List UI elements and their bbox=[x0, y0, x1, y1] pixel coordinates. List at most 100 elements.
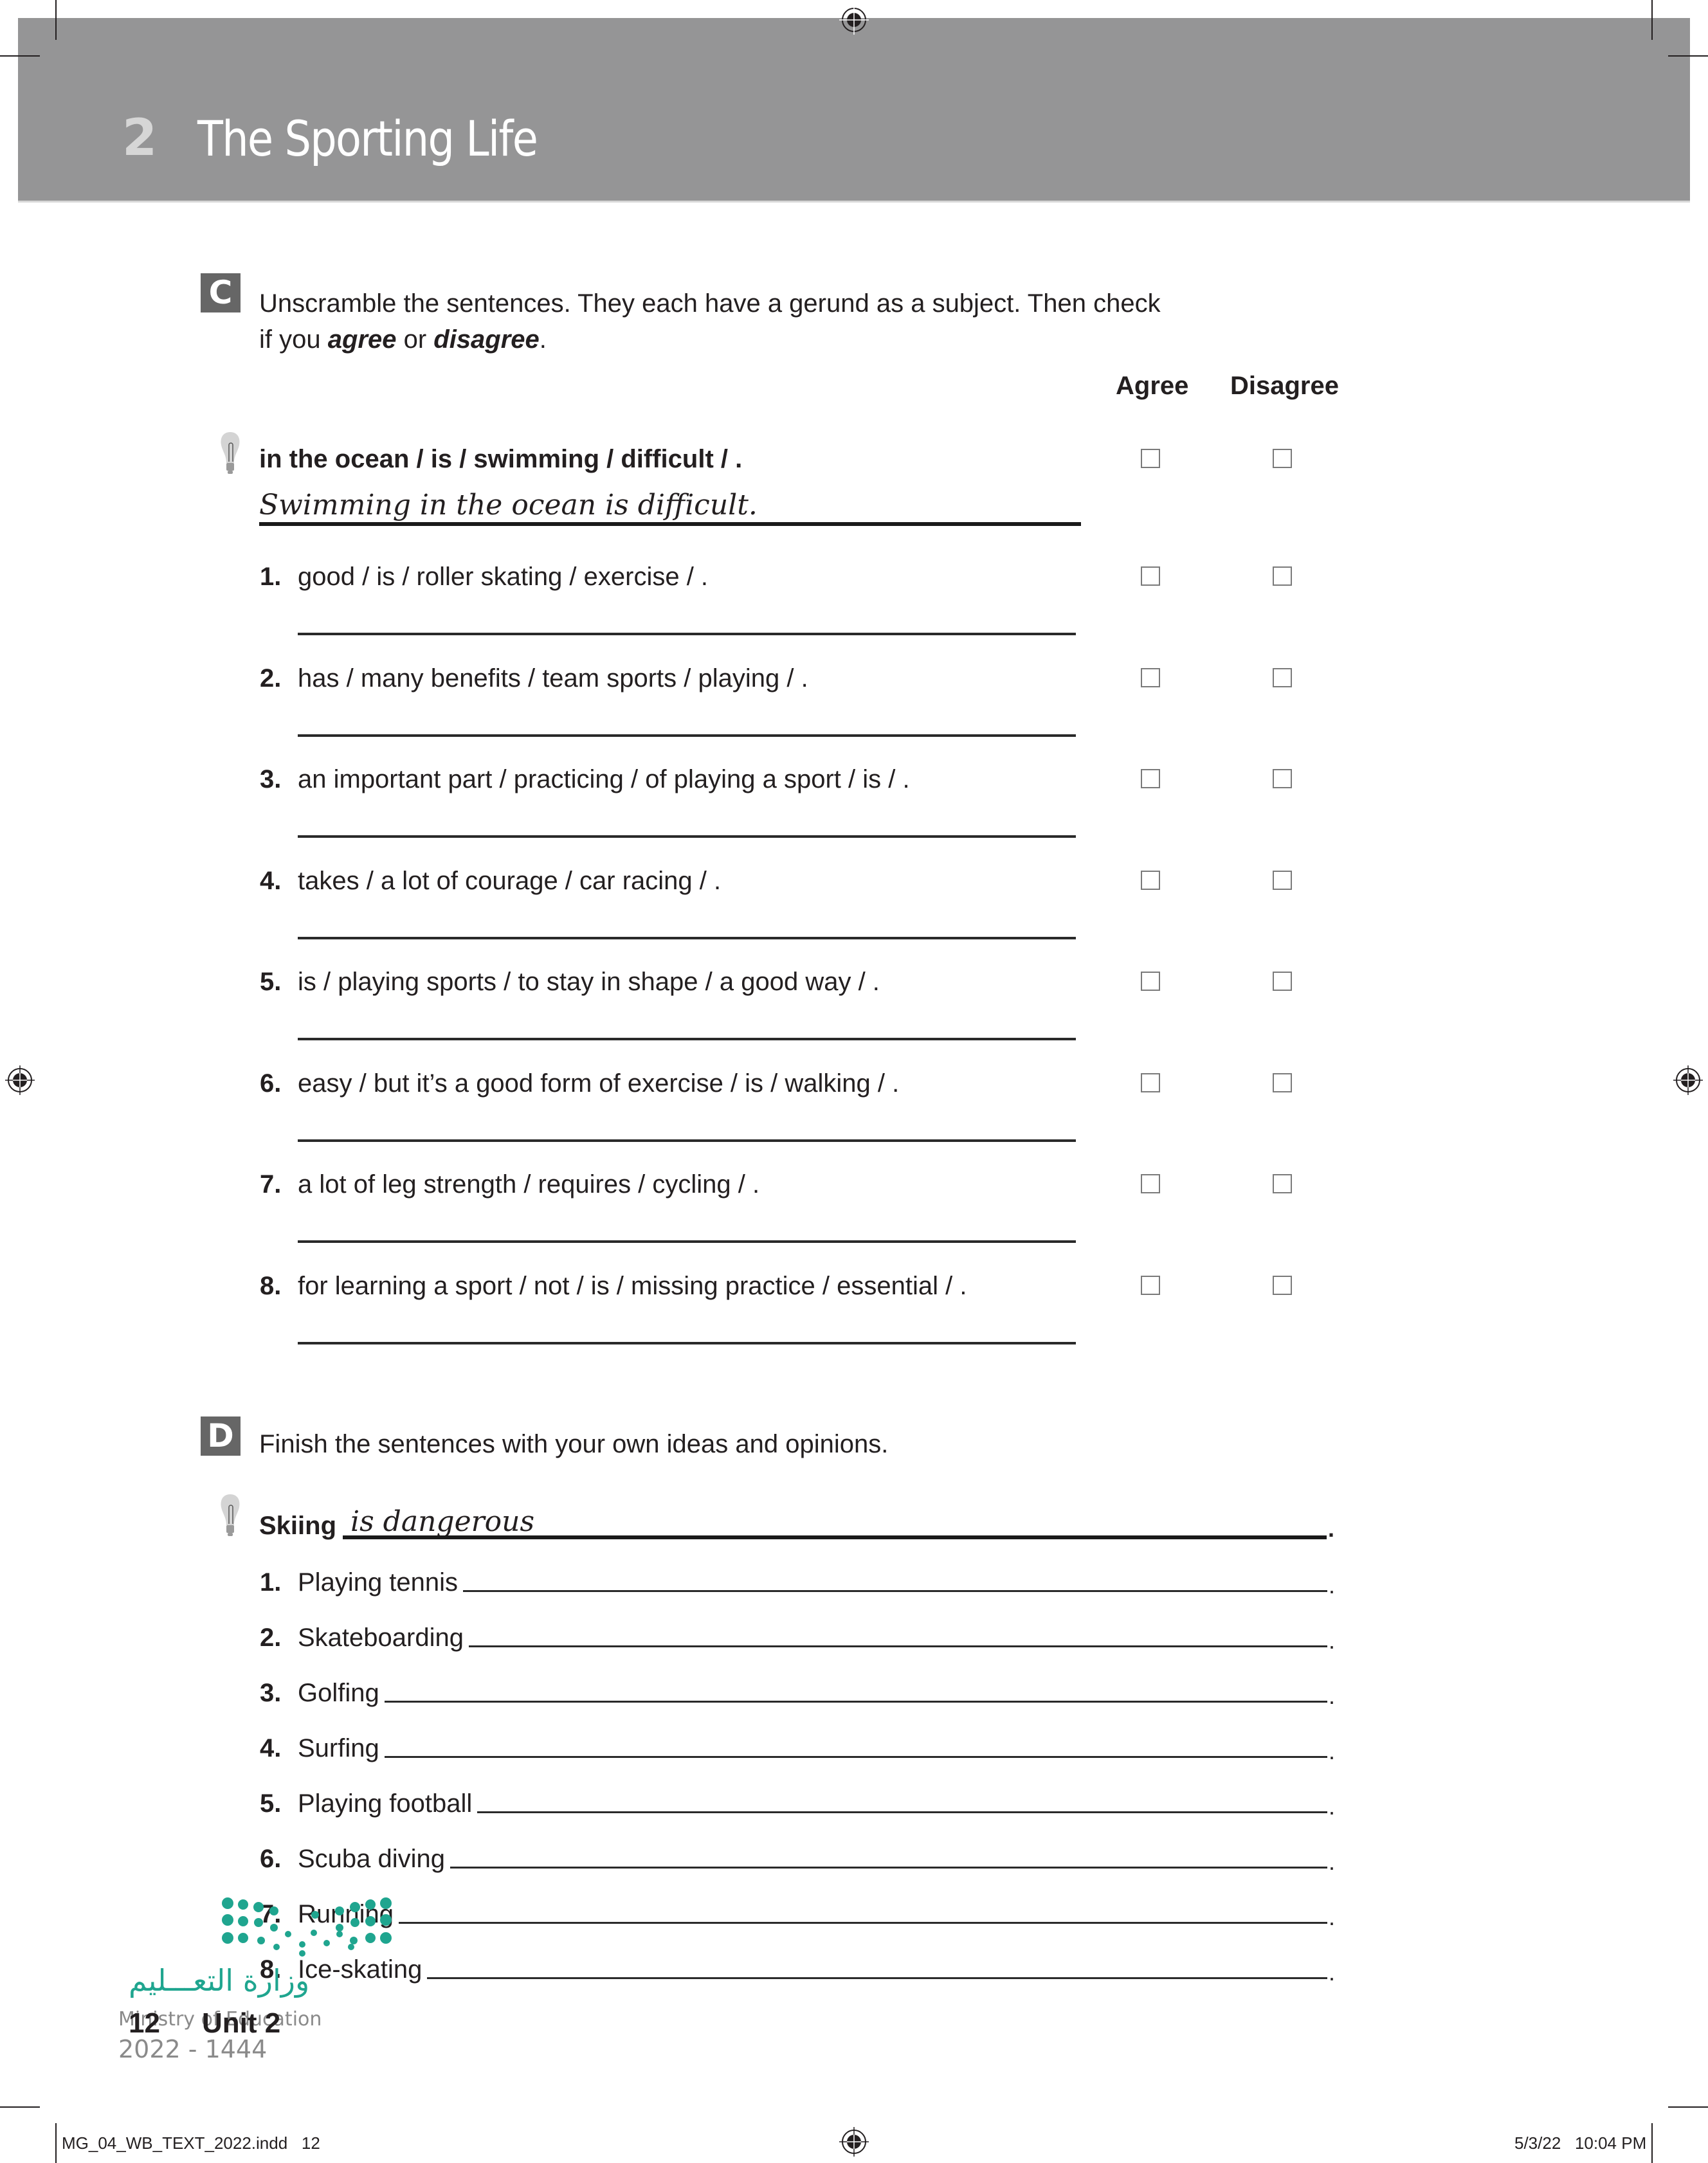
crop-mark bbox=[1651, 2123, 1653, 2163]
instruction-line-2: if you agree or disagree. bbox=[259, 325, 547, 354]
crop-mark bbox=[55, 0, 57, 40]
item-subject: Scuba diving bbox=[298, 1845, 446, 1873]
crop-mark bbox=[1651, 0, 1653, 40]
example-answer-line bbox=[343, 1535, 1327, 1539]
section-d-instruction: Finish the sentences with your own ideas… bbox=[259, 1430, 889, 1458]
unit-label: Unit 2 bbox=[202, 2007, 281, 2039]
disagree-checkbox[interactable] bbox=[1273, 1072, 1292, 1092]
item-number: 3. bbox=[260, 765, 282, 793]
disagree-checkbox[interactable] bbox=[1273, 566, 1292, 586]
crop-mark bbox=[1668, 55, 1708, 57]
item-answer-line[interactable] bbox=[298, 1038, 1076, 1040]
item-answer-line[interactable] bbox=[298, 936, 1076, 939]
item-number: 2. bbox=[260, 664, 282, 692]
crop-mark bbox=[0, 55, 40, 57]
item-period: . bbox=[1328, 1738, 1335, 1764]
item-period: . bbox=[1328, 1683, 1335, 1709]
disagree-checkbox[interactable] bbox=[1273, 870, 1292, 890]
unit-number: 2 bbox=[122, 109, 158, 167]
crop-mark bbox=[1668, 2106, 1708, 2108]
agree-checkbox[interactable] bbox=[1141, 769, 1160, 788]
instruction-line-1: Unscramble the sentences. They each have… bbox=[259, 289, 1161, 318]
item-prompt: an important part / practicing / of play… bbox=[298, 765, 910, 793]
disagree-checkbox[interactable] bbox=[1273, 972, 1292, 991]
item-answer-line[interactable] bbox=[399, 1922, 1327, 1924]
agree-checkbox[interactable] bbox=[1141, 1174, 1160, 1193]
opinion-item: 5. Playing football. bbox=[260, 1780, 1335, 1818]
item-prompt: good / is / roller skating / exercise / … bbox=[298, 563, 709, 591]
item-answer-line[interactable] bbox=[468, 1645, 1327, 1647]
column-header-agree: Agree bbox=[1116, 372, 1189, 400]
opinion-item: 6. Scuba diving. bbox=[260, 1835, 1335, 1874]
example-prompt: in the ocean / is / swimming / difficult… bbox=[259, 445, 743, 473]
item-number: 7. bbox=[260, 1170, 282, 1199]
item-number: 5. bbox=[260, 968, 282, 996]
item-answer-line[interactable] bbox=[298, 633, 1076, 635]
logo-arabic-text: وزارة التعـــليم bbox=[129, 1963, 309, 1998]
example-agree-checkbox[interactable] bbox=[1141, 449, 1160, 468]
section-d-example: Skiing is dangerous . bbox=[259, 1502, 1334, 1541]
logo-dots bbox=[222, 1897, 392, 1957]
item-answer-line[interactable] bbox=[298, 1341, 1076, 1344]
unit-title: The Sporting Life bbox=[197, 110, 538, 167]
agree-checkbox[interactable] bbox=[1141, 972, 1160, 991]
agree-checkbox[interactable] bbox=[1141, 870, 1160, 890]
lightbulb-icon bbox=[221, 1494, 240, 1536]
section-c-instruction: Unscramble the sentences. They each have… bbox=[259, 285, 1224, 357]
item-answer-line[interactable] bbox=[463, 1590, 1327, 1592]
item-prompt: easy / but it’s a good form of exercise … bbox=[298, 1069, 900, 1098]
item-answer-line[interactable] bbox=[384, 1701, 1327, 1703]
slug-datetime: 5/3/22 10:04 PM bbox=[1514, 2133, 1647, 2153]
example-subject: Skiing bbox=[259, 1512, 337, 1540]
example-period: . bbox=[1327, 1516, 1334, 1542]
item-answer-line[interactable] bbox=[477, 1811, 1327, 1813]
agree-emphasis: agree bbox=[327, 325, 397, 354]
item-prompt: has / many benefits / team sports / play… bbox=[298, 664, 808, 692]
item-answer-line[interactable] bbox=[427, 1977, 1327, 1979]
item-answer-line[interactable] bbox=[384, 1756, 1327, 1758]
disagree-checkbox[interactable] bbox=[1273, 769, 1292, 788]
ministry-of-education-logo: وزارة التعـــليم Ministry of Education 2… bbox=[118, 1897, 392, 2063]
example-answer-field: is dangerous bbox=[343, 1502, 1327, 1541]
item-number: 8. bbox=[260, 1271, 282, 1300]
item-period: . bbox=[1328, 1904, 1335, 1930]
item-subject: Surfing bbox=[298, 1734, 379, 1762]
opinion-item: 7. Running. bbox=[260, 1890, 1335, 1929]
opinion-item: 8. Ice-skating. bbox=[260, 1946, 1335, 1984]
item-number: 6. bbox=[260, 1069, 282, 1098]
agree-checkbox[interactable] bbox=[1141, 667, 1160, 687]
example-answer-line bbox=[259, 522, 1081, 526]
disagree-checkbox[interactable] bbox=[1273, 1275, 1292, 1295]
disagree-checkbox[interactable] bbox=[1273, 1174, 1292, 1193]
agree-checkbox[interactable] bbox=[1141, 1072, 1160, 1092]
section-c-badge: C bbox=[201, 273, 241, 312]
agree-checkbox[interactable] bbox=[1141, 566, 1160, 586]
item-answer-line[interactable] bbox=[298, 1240, 1076, 1243]
section-d-badge: D bbox=[201, 1416, 241, 1456]
item-answer-line[interactable] bbox=[450, 1867, 1327, 1869]
item-period: . bbox=[1328, 1793, 1335, 1820]
disagree-emphasis: disagree bbox=[433, 325, 540, 354]
item-prompt: takes / a lot of courage / car racing / … bbox=[298, 866, 722, 895]
item-period: . bbox=[1328, 1959, 1335, 1986]
item-answer-line[interactable] bbox=[298, 734, 1076, 737]
item-prompt: a lot of leg strength / requires / cycli… bbox=[298, 1170, 760, 1199]
item-answer-line[interactable] bbox=[298, 1139, 1076, 1142]
item-number: 2. bbox=[260, 1624, 282, 1652]
item-number: 6. bbox=[260, 1845, 282, 1873]
registration-mark-icon bbox=[1673, 1065, 1703, 1095]
item-period: . bbox=[1328, 1627, 1335, 1654]
registration-mark-icon bbox=[839, 5, 869, 35]
item-number: 1. bbox=[260, 563, 282, 591]
item-prompt: for learning a sport / not / is / missin… bbox=[298, 1271, 967, 1300]
opinion-item: 1. Playing tennis. bbox=[260, 1559, 1335, 1597]
example-answer: is dangerous bbox=[350, 1505, 535, 1538]
registration-mark-icon bbox=[5, 1065, 35, 1095]
crop-mark bbox=[55, 2123, 57, 2163]
registration-mark-icon bbox=[839, 2127, 869, 2157]
item-answer-line[interactable] bbox=[298, 835, 1076, 838]
agree-checkbox[interactable] bbox=[1141, 1275, 1160, 1295]
disagree-checkbox[interactable] bbox=[1273, 667, 1292, 687]
example-disagree-checkbox[interactable] bbox=[1273, 449, 1292, 468]
opinion-item: 2. Skateboarding. bbox=[260, 1614, 1335, 1652]
